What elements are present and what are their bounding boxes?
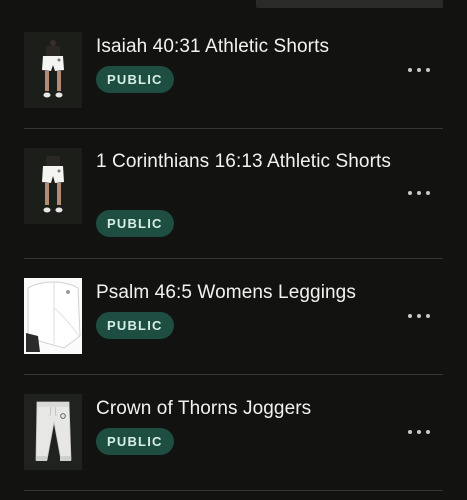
more-dot — [417, 68, 421, 72]
status-badge: PUBLIC — [96, 312, 174, 339]
more-dot — [426, 430, 430, 434]
athletic-shorts-model-thumbnail — [24, 148, 82, 224]
leggings-image — [24, 278, 82, 354]
product-title[interactable]: Psalm 46:5 Womens Leggings — [96, 278, 396, 307]
divider — [24, 374, 443, 375]
more-dot — [417, 191, 421, 195]
joggers-image — [24, 394, 82, 470]
divider — [24, 490, 443, 491]
more-options-button[interactable] — [406, 422, 432, 442]
product-title[interactable]: 1 Corinthians 16:13 Athletic Shorts — [96, 147, 396, 176]
more-dot — [426, 191, 430, 195]
more-dot — [426, 314, 430, 318]
leggings-thumbnail — [24, 278, 82, 354]
product-title[interactable]: Crown of Thorns Joggers — [96, 394, 396, 423]
more-horizontal-icon — [408, 68, 412, 72]
more-options-button[interactable] — [406, 183, 432, 203]
more-dot — [426, 68, 430, 72]
divider — [24, 128, 443, 129]
product-row[interactable]: 1 Corinthians 16:13 Athletic Shorts PUBL… — [24, 147, 443, 239]
more-options-button[interactable] — [406, 60, 432, 80]
more-horizontal-icon — [408, 430, 412, 434]
shorts-model-image — [24, 32, 82, 108]
more-dot — [417, 314, 421, 318]
product-title[interactable]: Isaiah 40:31 Athletic Shorts — [96, 32, 396, 61]
status-badge: PUBLIC — [96, 428, 174, 455]
joggers-thumbnail — [24, 394, 82, 470]
product-row[interactable]: Psalm 46:5 Womens Leggings PUBLIC — [24, 278, 443, 358]
divider — [24, 258, 443, 259]
product-row[interactable]: Crown of Thorns Joggers PUBLIC — [24, 394, 443, 474]
product-row[interactable]: Isaiah 40:31 Athletic Shorts PUBLIC — [24, 32, 443, 112]
status-badge: PUBLIC — [96, 66, 174, 93]
more-options-button[interactable] — [406, 306, 432, 326]
top-search-bar-edge[interactable] — [256, 0, 443, 8]
status-badge: PUBLIC — [96, 210, 174, 237]
athletic-shorts-model-thumbnail — [24, 32, 82, 108]
more-horizontal-icon — [408, 314, 412, 318]
product-list-screen: Isaiah 40:31 Athletic Shorts PUBLIC 1 Co… — [0, 0, 467, 500]
more-dot — [417, 430, 421, 434]
shorts-model-image — [24, 148, 82, 224]
more-horizontal-icon — [408, 191, 412, 195]
